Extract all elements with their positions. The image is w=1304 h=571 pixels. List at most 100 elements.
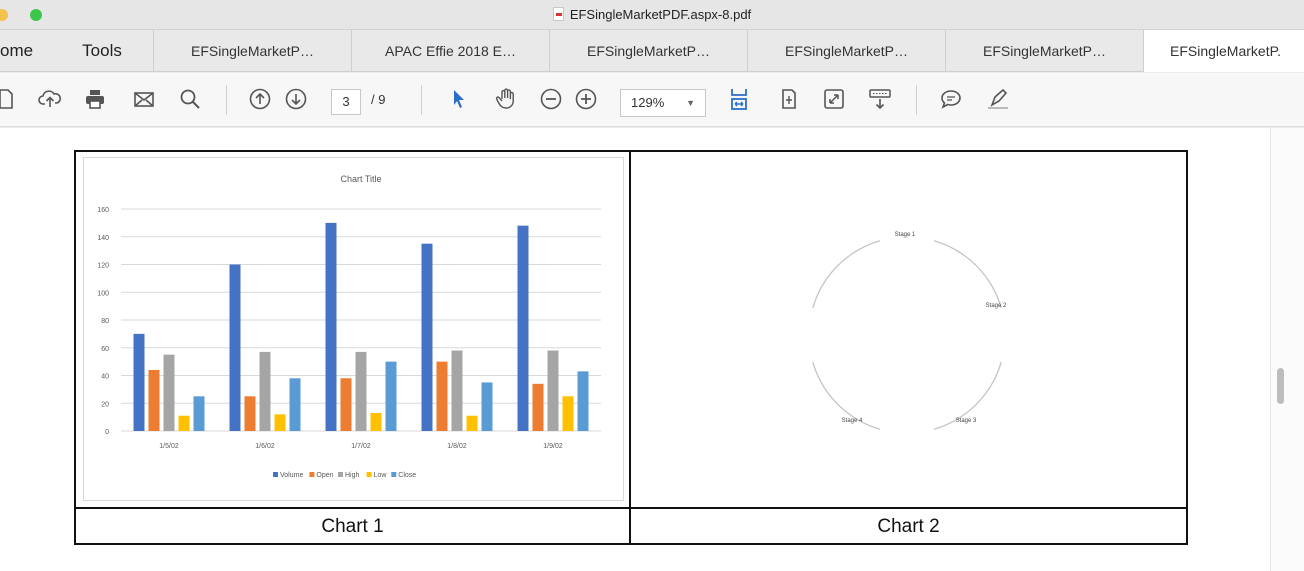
bar-open <box>532 383 544 431</box>
y-tick-label: 60 <box>101 346 109 353</box>
bar-close <box>193 396 205 431</box>
stage-label: Stage 2 <box>986 303 1007 309</box>
legend-swatch-volume <box>273 472 278 477</box>
bar-low <box>562 396 574 431</box>
bar-close <box>385 361 397 431</box>
upload-icon[interactable] <box>36 85 64 113</box>
y-tick-label: 100 <box>97 290 109 297</box>
tab-label: APAC Effie 2018 E… <box>385 43 516 59</box>
highlight-icon[interactable] <box>984 85 1012 113</box>
chart-1-caption: Chart 1 <box>321 516 384 537</box>
legend-label: Low <box>374 472 388 479</box>
bar-volume <box>229 264 241 431</box>
select-tool-icon[interactable] <box>444 85 472 113</box>
zoom-value: 129% <box>631 95 665 110</box>
vertical-scrollbar[interactable] <box>1270 128 1304 571</box>
table-column-divider <box>629 150 631 545</box>
toolbar-separator <box>226 85 227 115</box>
toolbar-separator <box>916 85 917 115</box>
bar-open <box>340 378 352 431</box>
bar-volume <box>517 225 529 431</box>
chart-2-cycle-diagram: Stage 1 Stage 2 Stage 3 Stage 4 <box>812 232 1007 430</box>
tab-tools[interactable]: Tools <box>52 30 152 72</box>
legend-swatch-open <box>309 472 315 477</box>
bar-volume <box>325 222 337 431</box>
x-tick-label: 1/7/02 <box>351 443 371 450</box>
bar-open <box>148 369 160 431</box>
tab-document[interactable]: EFSingleMarketP… <box>747 30 945 72</box>
print-icon[interactable] <box>81 85 109 113</box>
bar-low <box>370 412 382 431</box>
x-tick-label: 1/9/02 <box>543 443 563 450</box>
fit-width-icon[interactable] <box>725 85 753 113</box>
zoom-in-icon[interactable] <box>572 85 600 113</box>
legend-label: Close <box>398 472 416 479</box>
page-number-input[interactable]: 3 <box>331 89 361 115</box>
bar-open <box>244 396 256 431</box>
tab-document[interactable]: EFSingleMarketP… <box>945 30 1143 72</box>
open-file-icon[interactable] <box>0 85 20 113</box>
tab-label: ome <box>0 41 34 60</box>
page-total-label: / 9 <box>371 92 386 107</box>
hand-tool-icon[interactable] <box>492 85 520 113</box>
bar-close <box>481 382 493 431</box>
y-tick-label: 80 <box>101 318 109 325</box>
bar-close <box>289 378 301 431</box>
next-page-icon[interactable] <box>282 85 310 113</box>
y-tick-label: 120 <box>97 263 109 270</box>
tab-label: EFSingleMarketP… <box>191 43 314 59</box>
tab-label: EFSingleMarketP. <box>1170 43 1282 59</box>
x-tick-label: 1/5/02 <box>159 443 179 450</box>
legend-swatch-close <box>391 472 397 477</box>
cycle-arc <box>933 240 1002 309</box>
bar-low <box>178 415 190 431</box>
y-tick-label: 40 <box>101 374 109 381</box>
tab-label: Tools <box>82 41 122 60</box>
read-mode-icon[interactable] <box>866 85 894 113</box>
x-tick-label: 1/6/02 <box>255 443 275 450</box>
previous-page-icon[interactable] <box>246 85 274 113</box>
y-tick-label: 160 <box>97 207 109 214</box>
legend-swatch-high <box>338 472 343 477</box>
bar-high <box>163 354 175 431</box>
scrollbar-thumb[interactable] <box>1277 368 1284 404</box>
y-tick-label: 20 <box>101 401 109 408</box>
tab-home[interactable]: ome <box>0 30 52 72</box>
search-icon[interactable] <box>176 85 204 113</box>
title-bar: EFSingleMarketPDF.aspx-8.pdf <box>0 0 1304 30</box>
bar-close <box>577 371 589 431</box>
stage-label: Stage 1 <box>895 232 916 238</box>
cycle-arc <box>812 240 881 309</box>
toolbar-separator <box>421 85 422 115</box>
bar-volume <box>421 243 433 431</box>
page-layout-icon[interactable] <box>775 85 803 113</box>
y-tick-label: 0 <box>105 429 109 436</box>
legend-label: Open <box>316 472 333 479</box>
bar-high <box>547 350 559 431</box>
bar-low <box>466 415 478 431</box>
bar-high <box>259 351 271 431</box>
stage-label: Stage 4 <box>842 418 863 424</box>
zoom-select[interactable]: 129% ▼ <box>620 89 706 117</box>
tab-document-active[interactable]: EFSingleMarketP. <box>1143 30 1304 72</box>
legend-label: Volume <box>280 472 303 479</box>
bar-open <box>436 361 448 431</box>
fullscreen-icon[interactable] <box>820 85 848 113</box>
chevron-down-icon: ▼ <box>686 98 695 108</box>
y-tick-label: 140 <box>97 235 109 242</box>
zoom-out-icon[interactable] <box>537 85 565 113</box>
pdf-file-icon <box>552 7 564 21</box>
tab-document[interactable]: APAC Effie 2018 E… <box>351 30 549 72</box>
tab-label: EFSingleMarketP… <box>587 43 710 59</box>
email-icon[interactable] <box>130 85 158 113</box>
window-title: EFSingleMarketPDF.aspx-8.pdf <box>0 7 1304 22</box>
legend-swatch-low <box>366 472 372 477</box>
table-row-divider <box>74 507 1188 509</box>
tab-bar: ome Tools EFSingleMarketP… APAC Effie 20… <box>0 30 1304 72</box>
tab-document[interactable]: EFSingleMarketP… <box>549 30 747 72</box>
window-title-text: EFSingleMarketPDF.aspx-8.pdf <box>569 7 752 22</box>
x-tick-label: 1/8/02 <box>447 443 467 450</box>
bar-volume <box>133 333 145 431</box>
comment-icon[interactable] <box>937 85 965 113</box>
tab-document[interactable]: EFSingleMarketP… <box>153 30 351 72</box>
